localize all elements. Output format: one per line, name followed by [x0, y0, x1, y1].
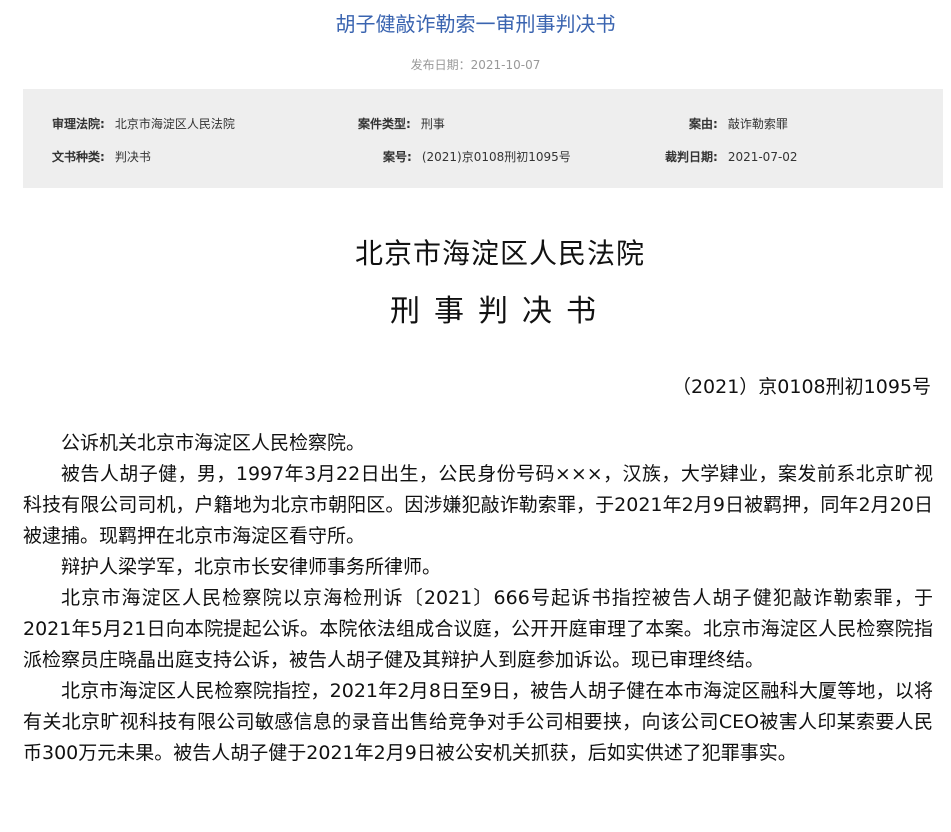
- meta-label: 案件类型:: [358, 117, 411, 131]
- judgment-type-heading: 刑事判决书: [390, 294, 610, 329]
- meta-value: (2021)京0108刑初1095号: [421, 150, 571, 164]
- court-name-heading: 北京市海淀区人民法院: [354, 237, 645, 270]
- meta-value: 判决书: [114, 150, 151, 164]
- meta-case-no: 案号: (2021)京0108刑初1095号: [383, 148, 571, 165]
- paragraph: 北京市海淀区人民检察院指控，2021年2月8日至9日，被告人胡子健在本市海淀区融…: [23, 680, 933, 764]
- meta-label: 案号:: [383, 150, 412, 164]
- judgment-body: 公诉机关北京市海淀区人民检察院。 被告人胡子健，男，1997年3月22日出生，公…: [23, 428, 933, 769]
- paragraph: 被告人胡子健，男，1997年3月22日出生，公民身份号码×××，汉族，大学肄业，…: [23, 463, 933, 547]
- meta-doc-kind: 文书种类: 判决书: [52, 148, 151, 165]
- meta-value: 敲诈勒索罪: [727, 117, 788, 131]
- meta-judgment-date: 裁判日期: 2021-07-02: [665, 148, 798, 165]
- meta-label: 裁判日期:: [665, 150, 718, 164]
- meta-cause: 案由: 敲诈勒索罪: [689, 115, 788, 132]
- meta-label: 审理法院:: [52, 117, 105, 131]
- paragraph: 北京市海淀区人民检察院以京海检刑诉〔2021〕666号起诉书指控被告人胡子健犯敲…: [23, 587, 933, 671]
- publish-date-label: 发布日期：: [410, 58, 471, 72]
- publish-date-value: 2021-10-07: [470, 58, 541, 72]
- meta-value: 刑事: [420, 117, 445, 131]
- paragraph: 公诉机关北京市海淀区人民检察院。: [61, 432, 366, 454]
- meta-row: 文书种类: 判决书 案号: (2021)京0108刑初1095号 裁判日期: 2021…: [23, 148, 943, 164]
- case-number: （2021）京0108刑初1095号: [671, 376, 931, 398]
- meta-label: 文书种类:: [52, 150, 105, 164]
- publish-date: 发布日期：2021-10-07: [0, 56, 951, 73]
- meta-value: 北京市海淀区人民法院: [114, 117, 235, 131]
- paragraph: 辩护人梁学军，北京市长安律师事务所律师。: [61, 556, 442, 578]
- meta-value: 2021-07-02: [727, 150, 798, 164]
- meta-label: 案由:: [689, 117, 718, 131]
- document-title: 胡子健敲诈勒索一审刑事判决书: [335, 12, 616, 36]
- case-meta-panel: 审理法院: 北京市海淀区人民法院 案件类型: 刑事 案由: 敲诈勒索罪 文书种类: 判决…: [23, 89, 943, 188]
- meta-row: 审理法院: 北京市海淀区人民法院 案件类型: 刑事 案由: 敲诈勒索罪: [23, 115, 943, 131]
- meta-court: 审理法院: 北京市海淀区人民法院: [52, 115, 235, 132]
- meta-case-type: 案件类型: 刑事: [358, 115, 445, 132]
